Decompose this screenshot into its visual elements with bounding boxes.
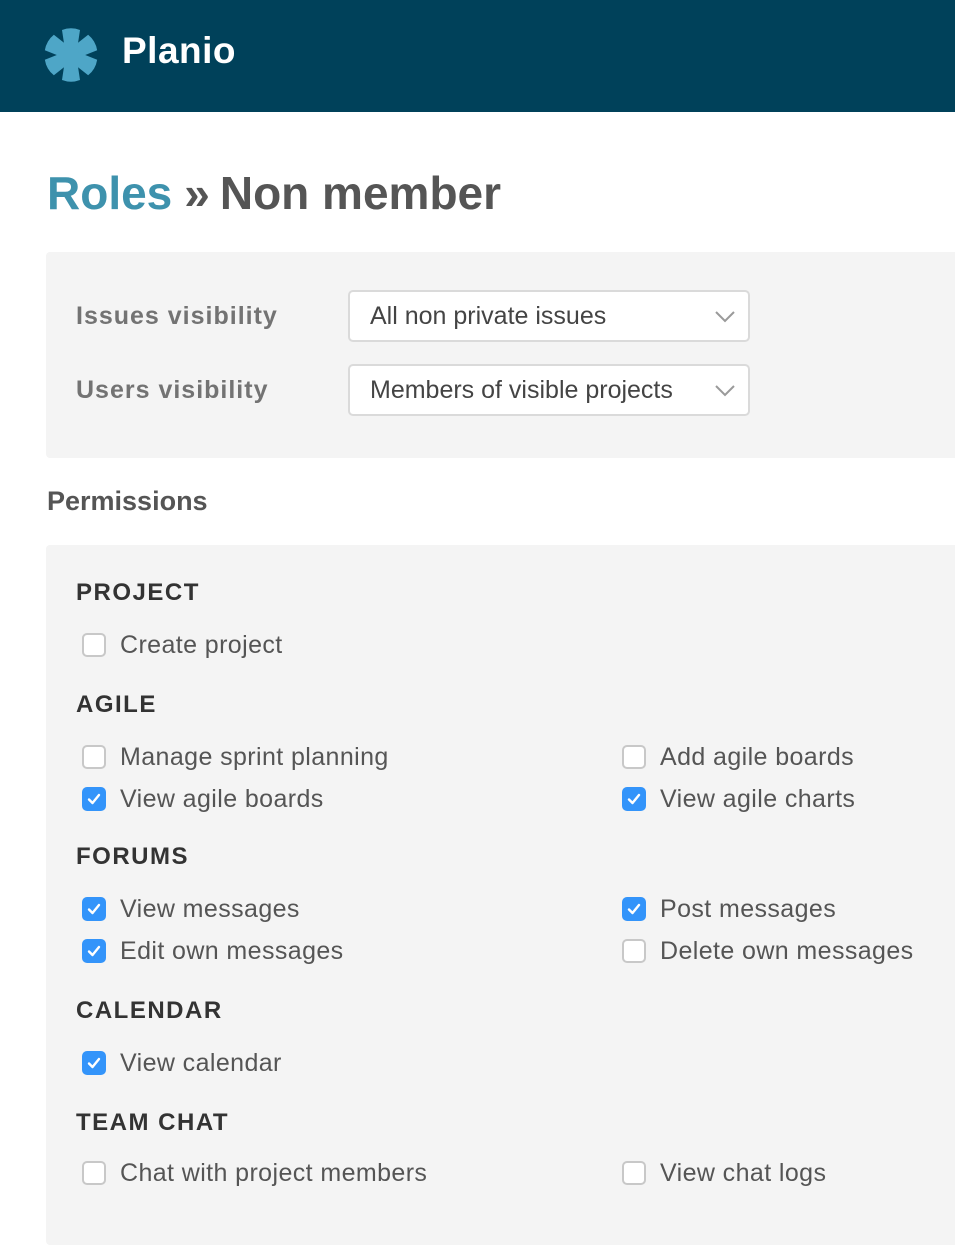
permission-view-agile-boards[interactable]: View agile boards [82, 783, 324, 815]
section-title-calendar: CALENDAR [76, 997, 223, 1024]
permissions-panel: PROJECT Create project AGILE Manage spri… [46, 545, 955, 1245]
checkbox[interactable] [82, 787, 106, 811]
section-title-team-chat: TEAM CHAT [76, 1109, 230, 1136]
permission-label: View messages [120, 894, 300, 923]
chevron-down-icon [715, 385, 735, 397]
checkbox[interactable] [622, 787, 646, 811]
brand-name[interactable]: Planio [122, 30, 236, 72]
permission-view-calendar[interactable]: View calendar [82, 1047, 282, 1079]
breadcrumb-roles-link[interactable]: Roles [47, 167, 172, 219]
checkbox[interactable] [82, 1161, 106, 1185]
permission-label: Manage sprint planning [120, 742, 389, 771]
issues-visibility-row: Issues visibility All non private issues [76, 290, 750, 342]
checkbox[interactable] [82, 1051, 106, 1075]
permission-label: View agile charts [660, 784, 856, 813]
role-name: Non member [219, 167, 502, 219]
visibility-panel: Issues visibility All non private issues… [46, 252, 955, 458]
checkmark-icon [627, 903, 641, 915]
permission-edit-own-messages[interactable]: Edit own messages [82, 935, 344, 967]
permission-view-agile-charts[interactable]: View agile charts [622, 783, 855, 815]
checkbox[interactable] [82, 897, 106, 921]
permissions-heading: Permissions [47, 486, 208, 516]
chevron-down-icon [715, 311, 735, 323]
issues-visibility-label: Issues visibility [76, 301, 278, 330]
checkbox[interactable] [82, 939, 106, 963]
users-visibility-select[interactable]: Members of visible projects [348, 364, 750, 416]
section-title-project: PROJECT [76, 579, 200, 606]
permission-label: Add agile boards [660, 742, 855, 771]
permission-create-project[interactable]: Create project [82, 629, 283, 661]
checkmark-icon [87, 945, 101, 957]
users-visibility-label: Users visibility [76, 375, 269, 404]
checkmark-icon [87, 793, 101, 805]
permission-label: View chat logs [660, 1158, 827, 1187]
checkbox[interactable] [622, 745, 646, 769]
permission-label: Delete own messages [660, 936, 914, 965]
permission-delete-own-messages[interactable]: Delete own messages [622, 935, 914, 967]
permission-label: Chat with project members [120, 1158, 428, 1187]
permission-label: View calendar [120, 1048, 282, 1077]
permission-label: Edit own messages [120, 936, 344, 965]
checkmark-icon [87, 1057, 101, 1069]
permission-label: Create project [120, 630, 283, 659]
asterisk-icon[interactable] [44, 28, 98, 82]
permission-view-chat-logs[interactable]: View chat logs [622, 1157, 826, 1189]
permission-view-messages[interactable]: View messages [82, 893, 300, 925]
section-title-forums: FORUMS [76, 843, 189, 870]
permission-label: View agile boards [120, 784, 324, 813]
issues-visibility-value: All non private issues [370, 301, 607, 330]
users-visibility-value: Members of visible projects [370, 375, 673, 404]
permission-chat-with-project-members[interactable]: Chat with project members [82, 1157, 427, 1189]
checkbox[interactable] [82, 633, 106, 657]
breadcrumb-separator: » [184, 167, 210, 219]
checkbox[interactable] [82, 745, 106, 769]
page-title: Roles» Non member [47, 166, 501, 220]
permission-label: Post messages [660, 894, 837, 923]
top-bar: Planio [0, 0, 955, 112]
checkmark-icon [627, 793, 641, 805]
permission-post-messages[interactable]: Post messages [622, 893, 836, 925]
checkbox[interactable] [622, 897, 646, 921]
issues-visibility-select[interactable]: All non private issues [348, 290, 750, 342]
checkbox[interactable] [622, 939, 646, 963]
checkmark-icon [87, 903, 101, 915]
checkbox[interactable] [622, 1161, 646, 1185]
permission-add-agile-boards[interactable]: Add agile boards [622, 741, 854, 773]
section-title-agile: AGILE [76, 691, 157, 718]
users-visibility-row: Users visibility Members of visible proj… [76, 364, 750, 416]
permission-manage-sprint-planning[interactable]: Manage sprint planning [82, 741, 389, 773]
